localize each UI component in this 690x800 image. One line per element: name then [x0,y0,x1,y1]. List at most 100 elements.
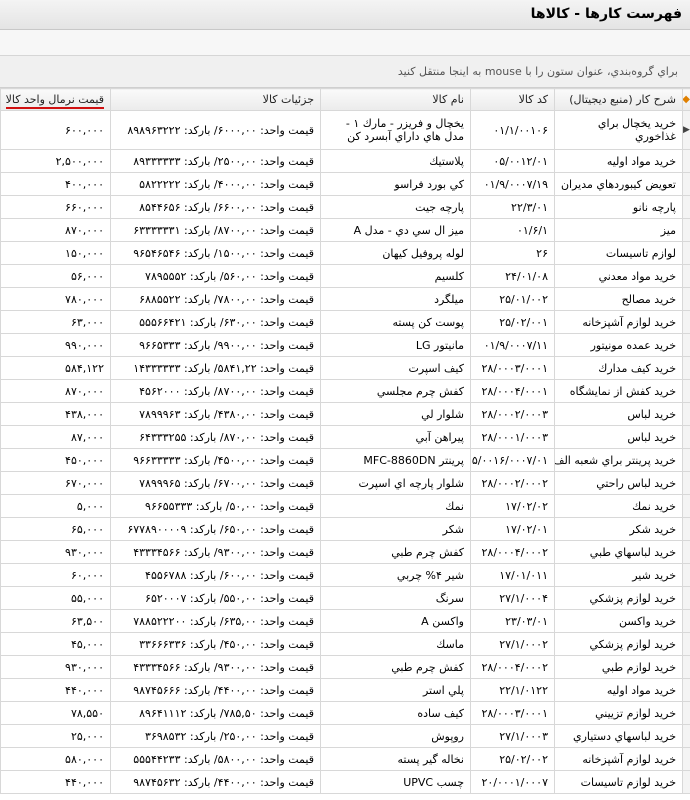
table-row[interactable]: ۹۳۰,۰۰۰ قيمت واحد: ۹۳۰۰,۰۰/ باركد: ۴۳۳۳۴۵… [0,655,690,679]
cell-name[interactable]: پارچه جيت [320,195,471,219]
cell-code[interactable]: ۱۷/۰۲/۰۲ [470,494,555,518]
row-indicator[interactable] [682,218,690,242]
row-indicator[interactable] [682,770,690,794]
cell-normal-price[interactable]: ۶۵,۰۰۰ [0,517,111,541]
cell-desc[interactable]: خريد مواد اوليه [554,678,683,702]
cell-details[interactable]: قيمت واحد: ۹۳۰۰,۰۰/ باركد: ۴۳۳۳۴۵۶۶ [110,540,321,564]
column-header-desc[interactable]: شرح كار (منبع ديجيتال) [554,88,683,111]
cell-name[interactable]: پلي استر [320,678,471,702]
cell-desc[interactable]: خريد شكر [554,517,683,541]
cell-code[interactable]: ۲۸/۰۰۰۳/۰۰۰۱ [470,356,555,380]
cell-normal-price[interactable]: ۶۳,۰۰۰ [0,310,111,334]
cell-name[interactable]: پيراهن آبي [320,425,471,449]
cell-details[interactable]: قيمت واحد: ۵۶۰,۰۰/ باركد: ۷۸۹۵۵۵۲ [110,264,321,288]
cell-code[interactable]: ۲۸/۰۰۰۴/۰۰۰۱ [470,379,555,403]
cell-desc[interactable]: خريد لباسهاي دستياري [554,724,683,748]
row-indicator[interactable] [682,287,690,311]
cell-desc[interactable]: خريد لباس [554,402,683,426]
cell-name[interactable]: سرنگ [320,586,471,610]
row-indicator[interactable] [682,632,690,656]
cell-details[interactable]: قيمت واحد: ۸۷۰۰,۰۰/ باركد: ۶۳۳۳۳۳۳۱ [110,218,321,242]
group-by-panel[interactable]: براي گروه‌بندي، عنوان ستون را با mouse ب… [0,56,690,88]
row-indicator[interactable] [682,172,690,196]
current-row-indicator-icon[interactable]: ▶ [682,110,690,150]
table-row[interactable]: ۸۷,۰۰۰ قيمت واحد: ۸۷۰,۰۰/ باركد: ۶۴۳۳۳۲۵۵… [0,425,690,449]
cell-normal-price[interactable]: ۸۷۰,۰۰۰ [0,379,111,403]
cell-details[interactable]: قيمت واحد: ۶۰۰,۰۰/ باركد: ۴۵۵۶۷۸۸ [110,563,321,587]
table-row[interactable]: ۶۰,۰۰۰ قيمت واحد: ۶۰۰,۰۰/ باركد: ۴۵۵۶۷۸۸ ش… [0,563,690,587]
row-indicator[interactable] [682,586,690,610]
cell-details[interactable]: قيمت واحد: ۲۵۰,۰۰/ باركد: ۳۶۹۸۵۳۲ [110,724,321,748]
cell-name[interactable]: مانيتور LG [320,333,471,357]
cell-code[interactable]: ۲۴/۰۱/۰۸ [470,264,555,288]
cell-desc[interactable]: خريد كفش از نمايشگاه [554,379,683,403]
table-row[interactable]: ۱۵۰,۰۰۰ قيمت واحد: ۱۵۰۰,۰۰/ باركد: ۹۶۵۴۶۵… [0,241,690,265]
table-row[interactable]: ۴۴۰,۰۰۰ قيمت واحد: ۴۴۰۰,۰۰/ باركد: ۹۸۷۴۵۶… [0,678,690,702]
table-row[interactable]: ۸۷۰,۰۰۰ قيمت واحد: ۸۷۰۰,۰۰/ باركد: ۶۳۳۳۳۳… [0,218,690,242]
row-indicator[interactable] [682,655,690,679]
cell-desc[interactable]: خريد شير [554,563,683,587]
cell-name[interactable]: شلوار لي [320,402,471,426]
cell-code[interactable]: ۲۵/۰۲/۰۰۲ [470,747,555,771]
table-row[interactable]: ۶۵,۰۰۰ قيمت واحد: ۶۵۰,۰۰/ باركد: ۶۷۷۸۹۰۰۰… [0,517,690,541]
row-indicator[interactable] [682,471,690,495]
table-row[interactable]: ۶۷۰,۰۰۰ قيمت واحد: ۶۷۰۰,۰۰/ باركد: ۷۸۹۹۹۶… [0,471,690,495]
cell-name[interactable]: يخچال و فريزر - مارك ۱ - مدل هاي داراي آ… [320,110,471,150]
row-indicator[interactable] [682,517,690,541]
cell-desc[interactable]: خريد مصالح [554,287,683,311]
data-grid[interactable]: قيمت نرمال واحد كالا جزئيات كالا نام كال… [0,88,690,800]
cell-desc[interactable]: خريد عمده مونيتور [554,333,683,357]
cell-normal-price[interactable]: ۷۸,۵۵۰ [0,701,111,725]
row-indicator[interactable] [682,425,690,449]
cell-normal-price[interactable]: ۵۶,۰۰۰ [0,264,111,288]
cell-details[interactable]: قيمت واحد: ۷۸۰۰,۰۰/ باركد: ۶۸۸۵۵۲۲ [110,287,321,311]
cell-code[interactable]: ۲۷/۱/۰۰۰۲ [470,632,555,656]
cell-desc[interactable]: خريد كيف مدارك [554,356,683,380]
column-header-name[interactable]: نام كالا [320,88,471,111]
table-row[interactable]: ۹۳۰,۰۰۰ قيمت واحد: ۹۳۰۰,۰۰/ باركد: ۴۳۳۳۴۵… [0,540,690,564]
table-row[interactable]: ۲۵,۰۰۰ قيمت واحد: ۲۵۰,۰۰/ باركد: ۳۶۹۸۵۳۲ ر… [0,724,690,748]
cell-normal-price[interactable]: ۴۵,۰۰۰ [0,632,111,656]
cell-name[interactable]: شكر [320,517,471,541]
cell-code[interactable]: ۰۱/۶/۱ [470,218,555,242]
cell-normal-price[interactable]: ۴۴۰,۰۰۰ [0,678,111,702]
cell-name[interactable]: لوله پروفيل كيهان [320,241,471,265]
cell-name[interactable]: روپوش [320,724,471,748]
cell-normal-price[interactable]: ۸۷۰,۰۰۰ [0,218,111,242]
row-indicator[interactable] [682,379,690,403]
cell-name[interactable]: كيف اسپرت [320,356,471,380]
table-row[interactable]: ۶۰۰,۰۰۰ قيمت واحد: ۶۰۰۰,۰۰/ باركد: ۸۹۸۹۶۳… [0,110,690,150]
table-row[interactable]: ۵۸۴,۱۲۲ قيمت واحد: ۵۸۴۱,۲۲/ باركد: ۱۴۳۳۳۳… [0,356,690,380]
column-header-details[interactable]: جزئيات كالا [110,88,321,111]
table-row[interactable]: ۷۸,۵۵۰ قيمت واحد: ۷۸۵,۵۰/ باركد: ۸۹۶۴۱۱۱۲… [0,701,690,725]
table-row[interactable]: ۴۵,۰۰۰ قيمت واحد: ۴۵۰,۰۰/ باركد: ۳۳۶۶۶۳۳۶… [0,632,690,656]
table-row[interactable]: ۹۹۰,۰۰۰ قيمت واحد: ۹۹۰۰,۰۰/ باركد: ۹۶۶۵۳۳… [0,333,690,357]
cell-details[interactable]: قيمت واحد: ۵۸۴۱,۲۲/ باركد: ۱۴۳۳۳۳۳۳ [110,356,321,380]
cell-code[interactable]: ۰۱/۹/۰۰۰۷/۱۹ [470,172,555,196]
cell-desc[interactable]: خريد لوازم آشپزخانه [554,310,683,334]
cell-code[interactable]: ۲۸/۰۰۰۴/۰۰۰۲ [470,655,555,679]
cell-details[interactable]: قيمت واحد: ۴۴۰۰,۰۰/ باركد: ۹۸۷۴۵۶۳۲ [110,770,321,794]
cell-details[interactable]: قيمت واحد: ۹۹۰۰,۰۰/ باركد: ۹۶۶۵۳۳۳ [110,333,321,357]
cell-details[interactable]: قيمت واحد: ۲۵۰۰,۰۰/ باركد: ۸۹۳۳۳۳۳۳ [110,149,321,173]
column-header-normal-price[interactable]: قيمت نرمال واحد كالا [0,88,111,111]
cell-normal-price[interactable]: ۴۴۰,۰۰۰ [0,770,111,794]
cell-code[interactable]: ۲۶ [470,241,555,265]
cell-name[interactable]: واكسن A [320,609,471,633]
row-indicator[interactable] [682,724,690,748]
cell-code[interactable]: ۲۸/۰۰۰۲/۰۰۰۲ [470,471,555,495]
table-row[interactable]: ۶۶۰,۰۰۰ قيمت واحد: ۶۶۰۰,۰۰/ باركد: ۸۵۴۴۶۵… [0,195,690,219]
row-indicator[interactable] [682,195,690,219]
cell-code[interactable]: ۱۷/۰۲/۰۱ [470,517,555,541]
cell-code[interactable]: ۲۵/۰۲/۰۰۱ [470,310,555,334]
row-indicator[interactable] [682,678,690,702]
cell-code[interactable]: ۲۸/۰۰۰۱/۰۰۰۳ [470,425,555,449]
cell-desc[interactable]: ميز [554,218,683,242]
cell-normal-price[interactable]: ۵۸۰,۰۰۰ [0,747,111,771]
cell-details[interactable]: قيمت واحد: ۵۰,۰۰/ باركد: ۹۶۶۵۵۳۳۳ [110,494,321,518]
cell-desc[interactable]: خريد نمك [554,494,683,518]
cell-name[interactable]: ميز ال سي دي - مدل A [320,218,471,242]
cell-name[interactable]: شلوار پارچه اي اسپرت [320,471,471,495]
cell-normal-price[interactable]: ۶۰,۰۰۰ [0,563,111,587]
table-row[interactable]: ۴۰۰,۰۰۰ قيمت واحد: ۴۰۰۰,۰۰/ باركد: ۵۸۲۲۲۲… [0,172,690,196]
